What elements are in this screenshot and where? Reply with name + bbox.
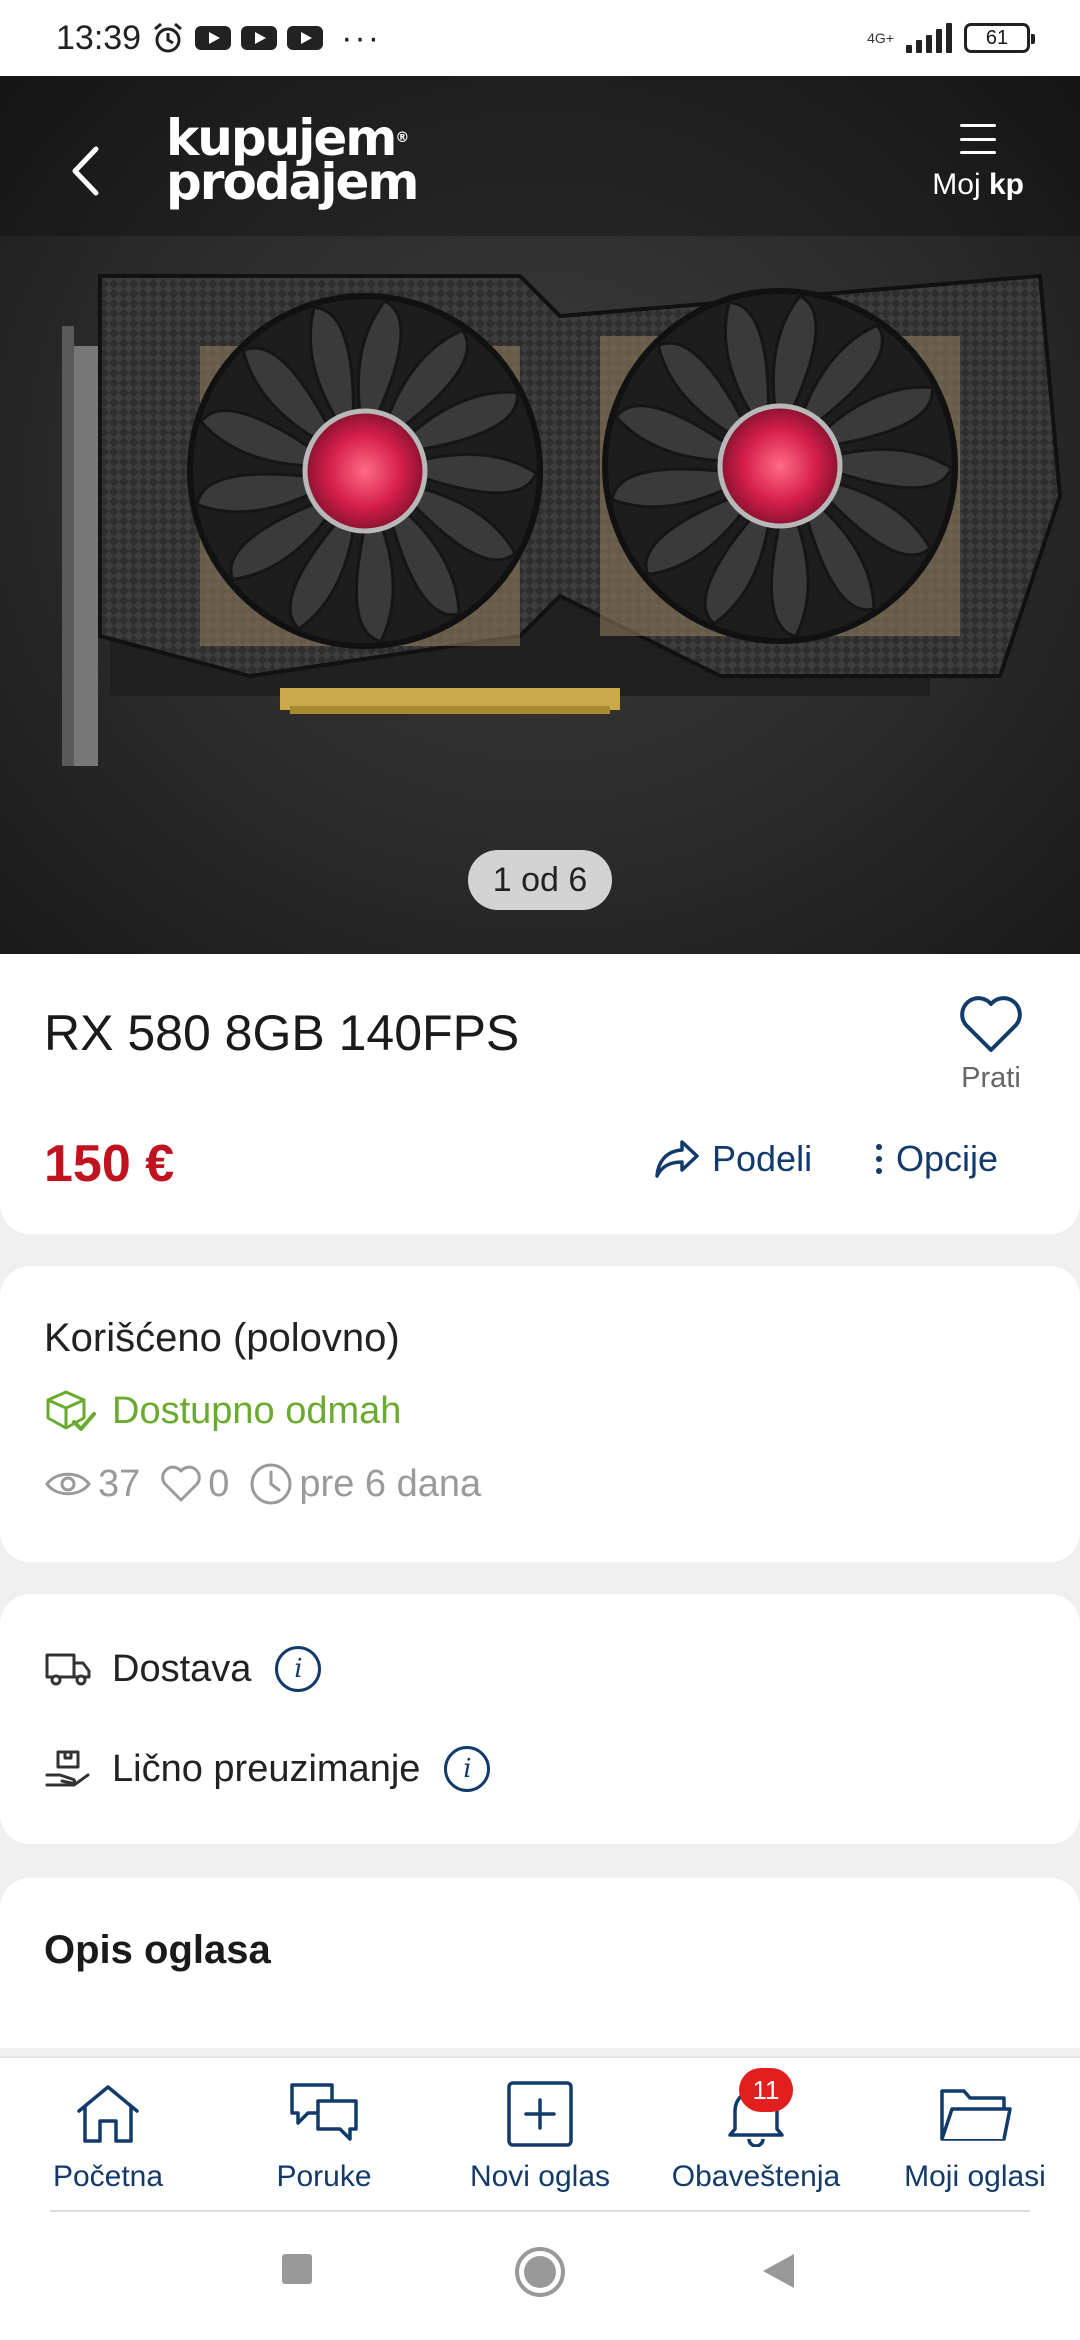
alarm-icon (154, 22, 183, 53)
nav-home-label: Početna (52, 2160, 164, 2193)
hamburger-menu-icon (960, 124, 997, 154)
options-label: Opcije (896, 1138, 999, 1179)
likes-stat: 0 (160, 1463, 229, 1506)
listing-photo-gallery[interactable]: kupujem® prodajem Moj kp 1 od 6 (0, 76, 1080, 954)
hand-package-icon (45, 1750, 90, 1787)
nav-home[interactable]: Početna (52, 2076, 164, 2194)
share-label: Podeli (712, 1138, 813, 1179)
share-button[interactable]: Podeli (654, 1138, 812, 1180)
eye-icon (45, 1472, 91, 1496)
views-stat: 37 (44, 1463, 140, 1506)
youtube-icon (287, 26, 324, 50)
delivery-options-card: Dostava i Lično preuzimanje i (0, 1594, 1080, 1844)
listing-stats: 37 0 pre 6 dana (44, 1462, 501, 1506)
nav-new-listing[interactable]: Novi oglas (466, 2076, 614, 2194)
description-heading: Opis oglasa (44, 1928, 271, 1972)
likes-count: 0 (208, 1462, 230, 1505)
listing-title: RX 580 8GB 140FPS (44, 1005, 520, 1061)
availability-text: Dostupno odmah (112, 1389, 402, 1432)
description-card: Opis oglasa (0, 1878, 1080, 2048)
signal-icon (906, 23, 952, 53)
options-button[interactable]: Opcije (876, 1138, 998, 1180)
network-type: 4G+ (867, 30, 894, 46)
shipping-row: Dostava i (44, 1646, 322, 1692)
status-bar: 13:39 ··· 4G+ 61 (0, 0, 1080, 76)
logo-line2: prodajem (166, 153, 419, 211)
bottom-navigation: Početna Poruke Novi oglas 11 Obaveštenja… (0, 2056, 1080, 2212)
listing-price: 150 € (44, 1135, 175, 1193)
status-notification-icons: ··· (151, 21, 381, 55)
nav-my-listings[interactable]: Moji oglasi (894, 2076, 1056, 2194)
posted-stat: pre 6 dana (249, 1462, 481, 1506)
moj-kp-prefix: Moj (932, 168, 989, 201)
views-count: 37 (98, 1462, 141, 1505)
listing-info-card: Korišćeno (polovno) Dostupno odmah 37 0 (0, 1266, 1080, 1562)
system-navigation-bar (0, 2212, 1080, 2340)
moj-kp-bold: kp (988, 168, 1024, 201)
back-button[interactable] (60, 136, 110, 206)
plus-square-icon (507, 2081, 573, 2147)
chevron-left-icon (72, 146, 99, 196)
shipping-label: Dostava (112, 1647, 252, 1690)
youtube-icon (241, 26, 278, 50)
battery-level: 61 (985, 26, 1009, 49)
condition-text: Korišćeno (polovno) (44, 1316, 400, 1360)
nav-notifications-label: Obaveštenja (671, 2160, 841, 2193)
truck-icon (45, 1653, 91, 1686)
pickup-info-icon[interactable]: i (444, 1746, 491, 1792)
battery-icon: 61 (964, 23, 1035, 53)
nav-new-listing-label: Novi oglas (469, 2160, 611, 2193)
moj-kp-menu-button[interactable]: Moj kp (932, 116, 1024, 202)
clock-icon (250, 1463, 292, 1505)
chat-icon (290, 2083, 358, 2141)
more-vertical-icon (876, 1144, 882, 1174)
posted-time: pre 6 dana (299, 1462, 482, 1505)
share-icon (655, 1140, 699, 1178)
pickup-row: Lično preuzimanje i (44, 1746, 491, 1792)
photo-counter: 1 od 6 (468, 850, 612, 910)
status-time: 13:39 (56, 18, 142, 57)
home-circle-icon[interactable] (514, 2246, 566, 2298)
heart-outline-icon (161, 1465, 202, 1502)
nav-messages-label: Poruke (276, 2160, 372, 2193)
heart-icon (960, 996, 1022, 1052)
follow-label: Prati (961, 1062, 1021, 1094)
recents-square-icon[interactable] (280, 2252, 314, 2286)
availability-row: Dostupno odmah (44, 1388, 401, 1434)
back-triangle-icon[interactable] (760, 2252, 796, 2290)
folder-icon (940, 2089, 1012, 2141)
nav-my-listings-label: Moji oglasi (904, 2160, 1046, 2193)
youtube-icon (195, 26, 232, 50)
registered-mark: ® (395, 130, 410, 146)
follow-button[interactable]: Prati (958, 994, 1024, 1095)
kupujemprodajem-logo[interactable]: kupujem® prodajem (166, 113, 419, 211)
listing-photo (0, 76, 1080, 766)
home-icon (77, 2085, 139, 2143)
nav-notifications[interactable]: 11 Obaveštenja (668, 2068, 844, 2194)
nav-messages[interactable]: Poruke (268, 2076, 380, 2194)
pickup-label: Lično preuzimanje (112, 1747, 421, 1790)
moj-kp-label: Moj kp (932, 168, 1024, 202)
package-check-icon (46, 1390, 96, 1431)
more-notifications-icon: ··· (341, 19, 382, 57)
shipping-info-icon[interactable]: i (275, 1646, 322, 1692)
notifications-badge: 11 (739, 2068, 793, 2112)
listing-summary-card: RX 580 8GB 140FPS Prati 150 € Podeli Opc… (0, 954, 1080, 1234)
